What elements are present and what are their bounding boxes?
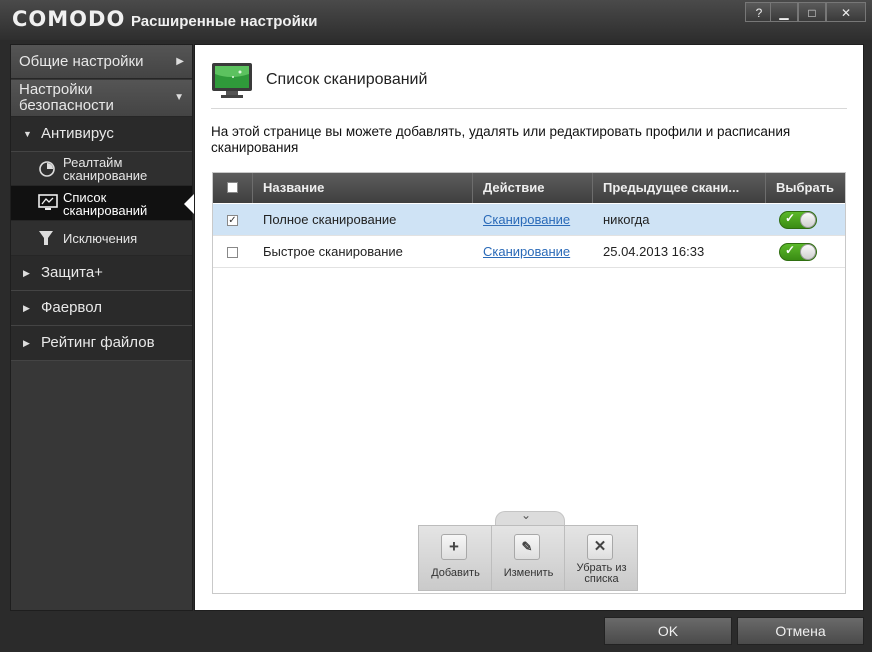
header-checkbox-cell <box>213 173 253 203</box>
column-header-select[interactable]: Выбрать <box>766 173 845 203</box>
edit-button[interactable]: ✎ Изменить <box>492 526 565 590</box>
main-panel: Список сканирований На этой странице вы … <box>194 44 864 611</box>
edit-label: Изменить <box>503 567 554 579</box>
realtime-scan-icon <box>38 160 56 180</box>
table-row[interactable]: Быстрое сканирование Сканирование 25.04.… <box>213 236 845 268</box>
column-header-name[interactable]: Название <box>253 173 473 203</box>
scan-previous: 25.04.2013 16:33 <box>603 244 705 259</box>
pencil-icon: ✎ <box>514 534 540 560</box>
sidebar-item-antivirus[interactable]: ▼ Антивирус <box>11 117 192 152</box>
sidebar-item-label: Реалтайм сканирование <box>63 155 148 183</box>
toggle-knob <box>800 212 816 228</box>
sidebar-item-label: Антивирус <box>41 125 114 142</box>
scan-previous: никогда <box>603 212 650 227</box>
sidebar-item-label: Настройки безопасности <box>19 81 114 114</box>
scan-enable-toggle[interactable]: ✓ <box>779 243 817 261</box>
column-header-previous[interactable]: Предыдущее скани... <box>593 173 766 203</box>
check-icon: ✓ <box>785 211 796 225</box>
comodo-logo: COMODO <box>12 7 126 31</box>
title-bar: COMODO Расширенные настройки ? ▁ □ ✕ <box>0 0 872 40</box>
triangle-right-icon: ▶ <box>23 338 30 348</box>
row-checkbox[interactable]: ✓ <box>227 215 238 226</box>
close-icon: ✕ <box>587 534 613 560</box>
sidebar-item-exclusions[interactable]: Исключения <box>11 221 192 256</box>
sidebar-item-defense[interactable]: ▶ Защита+ <box>11 256 192 291</box>
plus-icon: + <box>441 534 467 560</box>
sidebar-item-label: Общие настройки <box>19 53 144 70</box>
bottom-toolbar: + Добавить ✎ Изменить ✕ Убрать из списка <box>418 525 638 591</box>
scan-list-icon <box>211 62 253 105</box>
sidebar-item-realtime-scan[interactable]: Реалтайм сканирование <box>11 152 192 186</box>
ok-button[interactable]: OK <box>604 617 732 645</box>
close-button[interactable]: ✕ <box>826 2 866 22</box>
sidebar-item-label: Рейтинг файлов <box>41 334 155 351</box>
check-icon: ✓ <box>785 243 796 257</box>
scan-action-link[interactable]: Сканирование <box>473 204 570 236</box>
page-description: На этой странице вы можете добавлять, уд… <box>211 124 791 155</box>
window-title: Расширенные настройки <box>131 13 318 30</box>
triangle-down-icon: ▼ <box>23 129 32 139</box>
page-title: Список сканирований <box>266 71 428 88</box>
chevron-down-icon: ▼ <box>174 92 184 103</box>
chevron-down-icon: ⌄ <box>521 508 532 522</box>
toggle-knob <box>800 244 816 260</box>
maximize-button[interactable]: □ <box>798 2 826 22</box>
column-header-action[interactable]: Действие <box>473 173 593 203</box>
remove-button[interactable]: ✕ Убрать из списка <box>565 526 638 590</box>
sidebar-item-file-rating[interactable]: ▶ Рейтинг файлов <box>11 326 192 361</box>
sidebar: Общие настройки ▶ Настройки безопасности… <box>10 44 193 611</box>
remove-label: Убрать из списка <box>576 562 627 585</box>
sidebar-item-scan-list[interactable]: Список сканирований <box>11 186 192 221</box>
selection-pointer <box>184 194 194 214</box>
cancel-button[interactable]: Отмена <box>737 617 864 645</box>
minimize-button[interactable]: ▁ <box>770 2 798 22</box>
sidebar-item-label: Исключения <box>63 231 138 246</box>
add-button[interactable]: + Добавить <box>419 526 492 590</box>
scan-action-link[interactable]: Сканирование <box>473 236 570 268</box>
table-header: Название Действие Предыдущее скани... Вы… <box>213 173 845 203</box>
triangle-right-icon: ▶ <box>23 303 30 313</box>
add-label: Добавить <box>431 567 480 579</box>
filter-icon <box>38 230 54 246</box>
scan-name: Быстрое сканирование <box>263 244 403 259</box>
sidebar-item-security[interactable]: Настройки безопасности ▼ <box>11 80 192 117</box>
sidebar-item-label: Фаервол <box>41 299 102 316</box>
chevron-right-icon: ▶ <box>176 56 184 67</box>
help-button[interactable]: ? <box>745 2 773 22</box>
row-checkbox[interactable] <box>227 247 238 258</box>
sidebar-item-general[interactable]: Общие настройки ▶ <box>11 45 192 79</box>
table-row[interactable]: ✓ Полное сканирование Сканирование никог… <box>213 204 845 236</box>
select-all-checkbox[interactable] <box>227 182 238 193</box>
monitor-scan-icon <box>38 194 58 214</box>
divider <box>211 108 847 109</box>
sidebar-item-label: Список сканирований <box>63 190 148 218</box>
scan-name: Полное сканирование <box>263 212 397 227</box>
triangle-right-icon: ▶ <box>23 268 30 278</box>
sidebar-item-label: Защита+ <box>41 264 103 281</box>
scan-enable-toggle[interactable]: ✓ <box>779 211 817 229</box>
sidebar-item-firewall[interactable]: ▶ Фаервол <box>11 291 192 326</box>
